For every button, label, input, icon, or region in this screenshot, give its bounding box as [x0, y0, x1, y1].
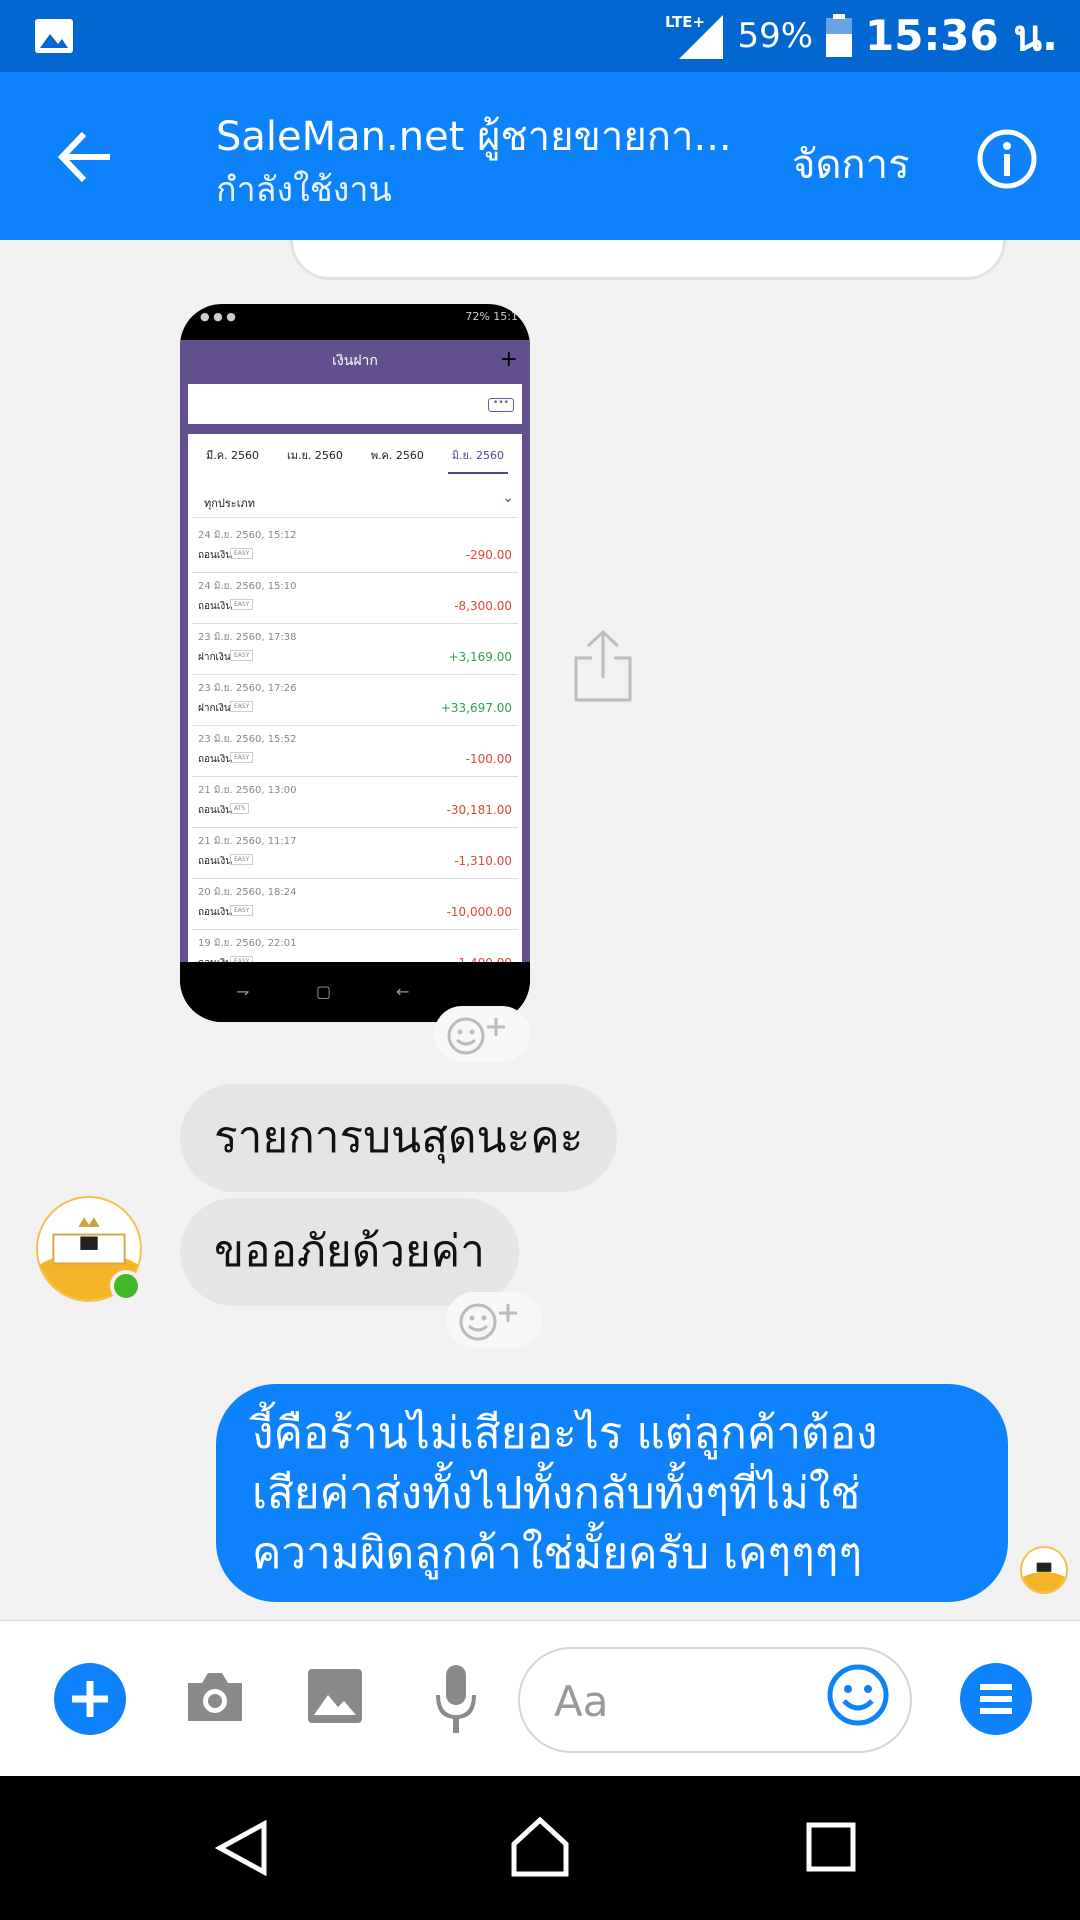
transaction-date: 23 มิ.ย. 2560, 17:38 [198, 632, 297, 643]
transaction-amount: -290.00 [465, 548, 512, 562]
channel-badge: EASY [230, 854, 254, 865]
transaction-type: ถอนเงิน [198, 601, 233, 612]
previous-message-card[interactable] [290, 240, 1006, 280]
channel-badge: EASY [230, 548, 254, 559]
transaction-date: 24 มิ.ย. 2560, 15:10 [198, 581, 297, 592]
transaction-amount: -8,300.00 [454, 599, 512, 613]
manage-button[interactable]: จัดการ [792, 132, 910, 196]
transaction-amount: -30,181.00 [446, 803, 512, 817]
transaction-date: 20 มิ.ย. 2560, 18:24 [198, 887, 297, 898]
transaction-row: 20 มิ.ย. 2560, 18:24 ถอนเงิน EASY -10,000.0… [192, 879, 518, 930]
outgoing-message[interactable]: งี้คือร้านไม่เสียอะไร แต่ลูกค้าต้อง เสีย… [216, 1384, 1008, 1602]
conversation-header: SaleMan.net ผู้ชายขายกา... กำลังใช้งาน จ… [0, 72, 1080, 240]
transaction-row: 21 มิ.ย. 2560, 11:17 ถอนเงิน EASY -1,310.00 [192, 828, 518, 879]
transaction-row: 23 มิ.ย. 2560, 17:26 ฝากเงิน EASY +33,697.0… [192, 675, 518, 726]
signal-icon: LTE+ [665, 13, 724, 59]
transaction-list: 24 มิ.ย. 2560, 15:12 ถอนเงิน EASY -290.00 24… [192, 522, 518, 962]
share-icon[interactable] [572, 628, 634, 704]
transaction-amount: -1,310.00 [454, 854, 512, 868]
plus-icon: + [499, 347, 518, 372]
transaction-type: ฝากเงิน [198, 703, 231, 714]
transaction-date: 24 มิ.ย. 2560, 15:12 [198, 530, 297, 541]
transaction-type: ถอนเงิน [198, 856, 233, 867]
svg-text:LTE+: LTE+ [665, 13, 705, 31]
more-icon: ••• [488, 398, 514, 412]
add-reaction-button[interactable] [434, 1006, 530, 1062]
channel-badge: EASY [230, 752, 254, 763]
transaction-date: 23 มิ.ย. 2560, 17:26 [198, 683, 297, 694]
screenshot-title: เงินฝาก [332, 353, 378, 369]
camera-icon[interactable] [184, 1669, 246, 1725]
message-thread[interactable]: ● ● ● 72% 15:1 เงินฝาก + ••• มี.ค. 2560 … [0, 240, 1080, 1620]
incoming-message[interactable]: รายการบนสุดนะคะ [180, 1084, 618, 1192]
transaction-amount: +33,697.00 [440, 701, 512, 715]
channel-badge: EASY [230, 599, 254, 610]
menu-icon[interactable] [960, 1663, 1032, 1735]
add-reaction-button[interactable] [446, 1292, 542, 1348]
transaction-row: 23 มิ.ย. 2560, 17:38 ฝากเงิน EASY +3,169.00 [192, 624, 518, 675]
transaction-type: ถอนเงิน [198, 907, 233, 918]
system-nav-bar [0, 1776, 1080, 1920]
conversation-title[interactable]: SaleMan.net ผู้ชายขายกา... [216, 104, 736, 168]
transaction-date: 19 มิ.ย. 2560, 22:01 [198, 938, 297, 949]
nav-back-icon[interactable] [212, 1818, 272, 1878]
online-indicator [110, 1270, 142, 1302]
month-tab: เม.ย. 2560 [286, 449, 343, 462]
nav-recent-icon[interactable] [806, 1822, 856, 1872]
month-tab: พ.ค. 2560 [370, 449, 424, 462]
battery-icon [826, 14, 853, 57]
shared-screenshot-image[interactable]: ● ● ● 72% 15:1 เงินฝาก + ••• มี.ค. 2560 … [180, 304, 530, 1022]
filter-row: ทุกประเภท ⌄ [192, 486, 518, 518]
clock: 15:36 น. [865, 11, 1058, 60]
transaction-type: ถอนเงิน [198, 754, 233, 765]
transaction-type: ฝากเงิน [198, 652, 231, 663]
transaction-row: 24 มิ.ย. 2560, 15:12 ถอนเงิน EASY -290.00 [192, 522, 518, 573]
transaction-amount: -10,000.00 [446, 905, 512, 919]
seen-avatar [1020, 1546, 1068, 1594]
info-icon[interactable] [976, 128, 1038, 190]
channel-badge: EASY [230, 701, 254, 712]
month-tab: มี.ค. 2560 [205, 449, 260, 462]
month-tab-active: มิ.ย. 2560 [447, 444, 508, 474]
message-input-placeholder: Aa [554, 1677, 609, 1726]
transaction-date: 23 มิ.ย. 2560, 15:52 [198, 734, 297, 745]
nav-home-icon[interactable] [508, 1814, 572, 1878]
chevron-down-icon: ⌄ [502, 490, 514, 506]
composer-bar: Aa [0, 1620, 1080, 1776]
status-bar: LTE+ 59% 15:36 น. [0, 0, 1080, 72]
active-status: กำลังใช้งาน [216, 170, 392, 210]
transaction-type: ถอนเงิน [198, 805, 233, 816]
battery-percent: 59% [737, 16, 814, 56]
incoming-message[interactable]: ขออภัยด้วยค่า [180, 1198, 519, 1306]
transaction-amount: -100.00 [465, 752, 512, 766]
transaction-date: 21 มิ.ย. 2560, 13:00 [198, 785, 297, 796]
transaction-date: 21 มิ.ย. 2560, 11:17 [198, 836, 297, 847]
transaction-type: ถอนเงิน [198, 550, 233, 561]
plus-icon[interactable] [54, 1663, 126, 1735]
back-arrow-icon[interactable] [54, 126, 116, 188]
image-notification-icon [35, 19, 73, 53]
transaction-row: 23 มิ.ย. 2560, 15:52 ถอนเงิน EASY -100.00 [192, 726, 518, 777]
channel-badge: EASY [230, 650, 254, 661]
microphone-icon[interactable] [434, 1663, 478, 1737]
channel-badge: ATS [230, 803, 250, 814]
channel-badge: EASY [230, 905, 254, 916]
transaction-row: 21 มิ.ย. 2560, 13:00 ถอนเงิน ATS -30,181.00 [192, 777, 518, 828]
transaction-row: 24 มิ.ย. 2560, 15:10 ถอนเงิน EASY -8,300.00 [192, 573, 518, 624]
emoji-icon[interactable] [826, 1663, 890, 1727]
transaction-row: 19 มิ.ย. 2560, 22:01ถอนเงินEASY-1,400.00 [192, 930, 518, 962]
gallery-icon[interactable] [306, 1667, 364, 1725]
transaction-amount: +3,169.00 [448, 650, 513, 664]
